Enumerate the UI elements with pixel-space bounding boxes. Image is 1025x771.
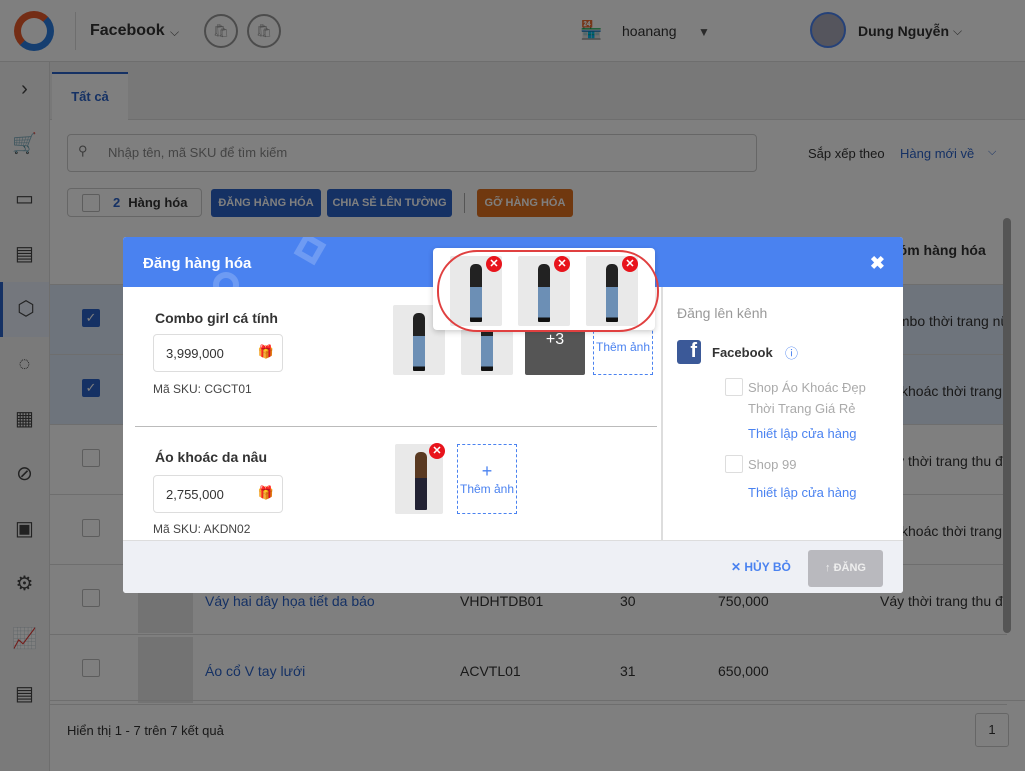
highlight-annotation [437,250,659,332]
shop-setup-link[interactable]: Thiết lập cửa hàng [748,485,856,500]
channel-name: Facebook [712,345,773,360]
shop-checkbox[interactable] [725,455,743,473]
product-sku: Mã SKU: CGCT01 [153,382,252,396]
add-image-button[interactable]: + Thêm ảnh [457,444,517,514]
gift-icon[interactable]: 🎁 [258,344,274,360]
submit-label: ĐĂNG [833,562,866,574]
product-name: Áo khoác da nâu [155,449,268,465]
price-value: 3,999,000 [166,346,224,361]
add-image-label: Thêm ảnh [459,482,515,496]
plus-icon: + [481,461,493,481]
arrow-up-icon: ↑ [825,562,834,574]
modal-footer: ✕ HỦY BỎ ↑ ĐĂNG [123,540,903,593]
close-icon[interactable]: ✖ [870,253,885,274]
price-value: 2,755,000 [166,487,224,502]
product-name: Combo girl cá tính [155,310,278,326]
shop-name: Shop 99 [748,457,797,472]
channel-panel: Đăng lên kênh f Facebook ⓘ Shop Áo Khoác… [665,287,903,540]
info-icon[interactable]: ⓘ [785,343,798,362]
cancel-label: HỦY BỎ [744,560,791,574]
shop-name: Shop Áo Khoác Đẹp Thời Trang Giá Rẻ [748,380,866,416]
gift-icon[interactable]: 🎁 [258,485,274,501]
facebook-icon: f [677,340,701,364]
submit-button[interactable]: ↑ ĐĂNG [808,550,883,587]
decor [213,272,239,287]
shop-setup-link[interactable]: Thiết lập cửa hàng [748,426,856,441]
price-input[interactable]: 3,999,000 🎁 [153,334,283,372]
product-item: Áo khoác da nâu 2,755,000 🎁 Mã SKU: AKDN0… [135,427,657,540]
shop-checkbox[interactable] [725,378,743,396]
remove-image-icon[interactable]: ✕ [429,443,445,459]
product-sku: Mã SKU: AKDN02 [153,522,251,536]
channel-title: Đăng lên kênh [677,305,768,321]
decor [293,237,327,266]
price-input[interactable]: 2,755,000 🎁 [153,475,283,513]
modal-title: Đăng hàng hóa [143,255,252,272]
cancel-button[interactable]: ✕ HỦY BỎ [731,560,791,574]
close-icon: ✕ [731,560,745,574]
